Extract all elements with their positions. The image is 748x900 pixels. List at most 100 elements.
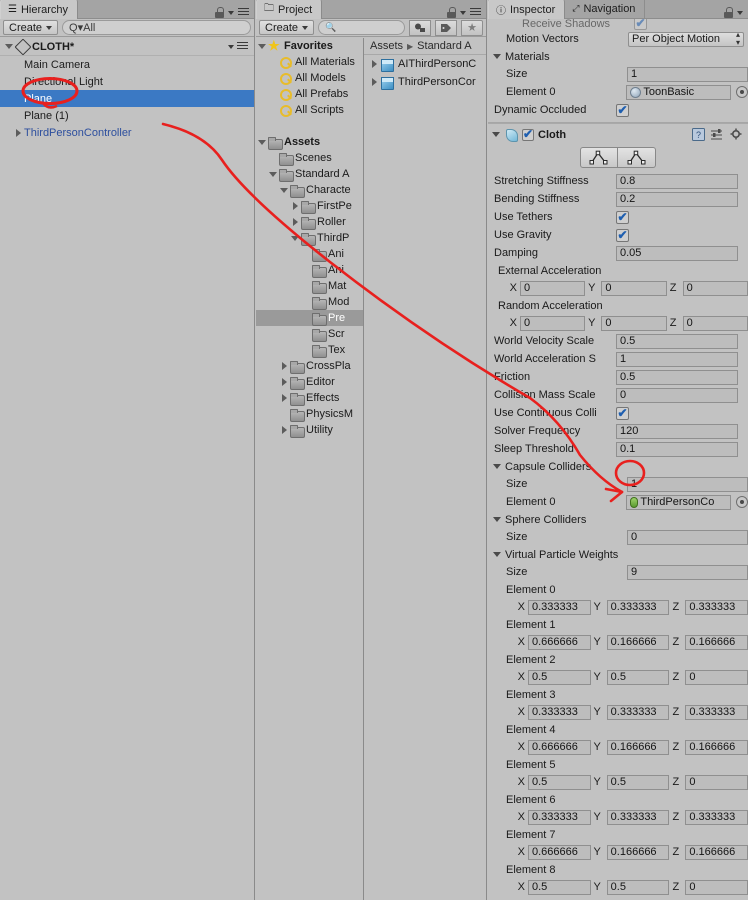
capsule-colliders-element0-row[interactable]: Element 0 ThirdPersonCo: [488, 493, 748, 511]
random-acceleration-y-field[interactable]: 0: [601, 315, 667, 331]
chevron-right-icon[interactable]: [12, 128, 24, 137]
project-create-button[interactable]: Create: [259, 20, 315, 35]
breadcrumb-segment-assets[interactable]: Assets: [370, 40, 403, 52]
vpw-element-0-x-field[interactable]: 0.333333: [528, 599, 591, 615]
receive-shadows-checkbox[interactable]: [634, 19, 647, 30]
vpw-element-1-y-field[interactable]: 0.166666: [606, 634, 670, 650]
project-tree-item-editor[interactable]: Editor: [256, 374, 363, 390]
cloth-prop-collision-mass-scale-row[interactable]: Collision Mass Scale 0: [488, 386, 748, 404]
cloth-prop-friction-row[interactable]: Friction 0.5: [488, 368, 748, 386]
cloth-prop-bending-stiffness-field[interactable]: 0.2: [616, 191, 738, 207]
chevron-right-icon[interactable]: [278, 426, 290, 434]
vpw-element-4-y-field[interactable]: 0.166666: [606, 739, 670, 755]
vpw-element-8-y-field[interactable]: 0.5: [606, 879, 670, 895]
hierarchy-item-plane-1[interactable]: Plane (1): [0, 107, 254, 124]
cloth-prop-stretching-stiffness-field[interactable]: 0.8: [616, 173, 738, 189]
project-asset-item[interactable]: ThirdPersonCor: [364, 73, 486, 91]
hierarchy-item-plane[interactable]: Plane: [0, 90, 254, 107]
project-tree-item-mat[interactable]: Mat: [256, 278, 363, 294]
vpw-element-2-x-field[interactable]: 0.5: [528, 669, 591, 685]
cloth-component-header[interactable]: Cloth ?: [488, 123, 748, 145]
motion-vectors-dropdown[interactable]: Per Object Motion ▴ ▾: [628, 31, 744, 47]
sphere-colliders-size-field[interactable]: 0: [626, 529, 748, 545]
chevron-right-icon[interactable]: [368, 60, 380, 68]
create-button[interactable]: Create: [3, 20, 59, 35]
cloth-prop-world-velocity-scale-row[interactable]: World Velocity Scale 0.5: [488, 332, 748, 350]
virtual-particle-weights-foldout[interactable]: Virtual Particle Weights: [488, 546, 748, 563]
chevron-right-icon[interactable]: [278, 362, 290, 370]
external-acceleration-y-field[interactable]: 0: [601, 280, 667, 296]
cloth-prop-damping-row[interactable]: Damping 0.05: [488, 244, 748, 262]
cloth-prop-collision-mass-scale-field[interactable]: 0: [616, 387, 738, 403]
panel-menu-icon[interactable]: [470, 8, 481, 17]
materials-element0-objectfield[interactable]: ToonBasic: [626, 84, 731, 100]
vpw-element-0-y-field[interactable]: 0.333333: [606, 599, 670, 615]
project-tree-item-assets[interactable]: Assets: [256, 134, 363, 150]
cloth-prop-friction-field[interactable]: 0.5: [616, 369, 738, 385]
cloth-prop-bending-stiffness-row[interactable]: Bending Stiffness 0.2: [488, 190, 748, 208]
hierarchy-item-directional-light[interactable]: Directional Light: [0, 73, 254, 90]
chevron-down-icon[interactable]: [278, 187, 290, 193]
help-icon[interactable]: ?: [691, 128, 705, 142]
random-acceleration-x-field[interactable]: 0: [520, 315, 586, 331]
tab-navigation[interactable]: ⤢ Navigation: [565, 0, 646, 18]
chevron-down-icon[interactable]: [256, 139, 268, 145]
chevron-down-icon[interactable]: [228, 10, 234, 15]
receive-shadows-row[interactable]: Receive Shadows: [488, 19, 748, 30]
project-tree-item-utility[interactable]: Utility: [256, 422, 363, 438]
project-tree-item-pre[interactable]: Pre: [256, 310, 363, 326]
sphere-colliders-size-row[interactable]: Size 0: [488, 528, 748, 546]
edit-self-collision-icon[interactable]: [618, 147, 656, 168]
chevron-down-icon[interactable]: [493, 552, 501, 557]
materials-foldout[interactable]: Materials: [488, 48, 748, 65]
cloth-prop-solver-frequency-field[interactable]: 120: [616, 423, 738, 439]
cloth-prop-world-velocity-scale-field[interactable]: 0.5: [616, 333, 738, 349]
chevron-down-icon[interactable]: [493, 517, 501, 522]
random-acceleration-z-field[interactable]: 0: [682, 315, 748, 331]
chevron-right-icon[interactable]: [289, 218, 301, 226]
capsule-colliders-size-field[interactable]: 1: [626, 476, 748, 492]
cloth-prop-use-tethers-checkbox[interactable]: [616, 210, 629, 224]
project-tree-item-ani[interactable]: Ani: [256, 246, 363, 262]
cloth-prop-stretching-stiffness-row[interactable]: Stretching Stiffness 0.8: [488, 172, 748, 190]
cloth-prop-world-acceleration-s-row[interactable]: World Acceleration S 1: [488, 350, 748, 368]
scene-root-row[interactable]: CLOTH*: [0, 38, 254, 56]
chevron-down-icon[interactable]: [256, 43, 268, 49]
capsule-colliders-size-row[interactable]: Size 1: [488, 475, 748, 493]
project-tree-item-tex[interactable]: Tex: [256, 342, 363, 358]
project-tree-item-all-prefabs[interactable]: All Prefabs: [256, 86, 363, 102]
dynamic-occluded-checkbox[interactable]: [616, 103, 629, 117]
tab-hierarchy[interactable]: ☰ Hierarchy: [0, 0, 79, 19]
chevron-right-icon[interactable]: [278, 378, 290, 386]
gear-icon[interactable]: [729, 128, 743, 142]
sphere-colliders-foldout[interactable]: Sphere Colliders: [488, 511, 748, 528]
vpw-element-6-x-field[interactable]: 0.333333: [528, 809, 591, 825]
cloth-prop-solver-frequency-row[interactable]: Solver Frequency 120: [488, 422, 748, 440]
lock-icon[interactable]: [447, 7, 456, 18]
hierarchy-item-main-camera[interactable]: Main Camera: [0, 56, 254, 73]
chevron-right-icon[interactable]: [368, 78, 380, 86]
vpw-element-8-z-field[interactable]: 0: [685, 879, 748, 895]
lock-icon[interactable]: [724, 7, 733, 18]
project-tree-item-physicsm[interactable]: PhysicsM: [256, 406, 363, 422]
object-picker-icon[interactable]: [736, 86, 748, 98]
edit-constraints-icon[interactable]: [580, 147, 618, 168]
cloth-prop-use-continuous-colli-row[interactable]: Use Continuous Colli: [488, 404, 748, 422]
vpw-element-8-x-field[interactable]: 0.5: [528, 879, 591, 895]
chevron-down-icon[interactable]: [228, 44, 234, 49]
vpw-element-6-z-field[interactable]: 0.333333: [685, 809, 748, 825]
project-tree-item-effects[interactable]: Effects: [256, 390, 363, 406]
materials-size-field[interactable]: 1: [626, 66, 748, 82]
external-acceleration-z-field[interactable]: 0: [682, 280, 748, 296]
project-tree-item-crosspla[interactable]: CrossPla: [256, 358, 363, 374]
breadcrumb-segment-standard-assets[interactable]: Standard A: [417, 40, 471, 52]
vpw-element-2-z-field[interactable]: 0: [685, 669, 748, 685]
project-tree-item-thirdp[interactable]: ThirdP: [256, 230, 363, 246]
vpw-size-row[interactable]: Size 9: [488, 563, 748, 581]
external-acceleration-x-field[interactable]: 0: [520, 280, 586, 296]
vpw-element-4-x-field[interactable]: 0.666666: [528, 739, 591, 755]
hierarchy-search-input[interactable]: Q▾All: [62, 20, 251, 35]
project-tree-item-scr[interactable]: Scr: [256, 326, 363, 342]
object-picker-icon[interactable]: [736, 496, 748, 508]
project-tree-item-roller[interactable]: Roller: [256, 214, 363, 230]
